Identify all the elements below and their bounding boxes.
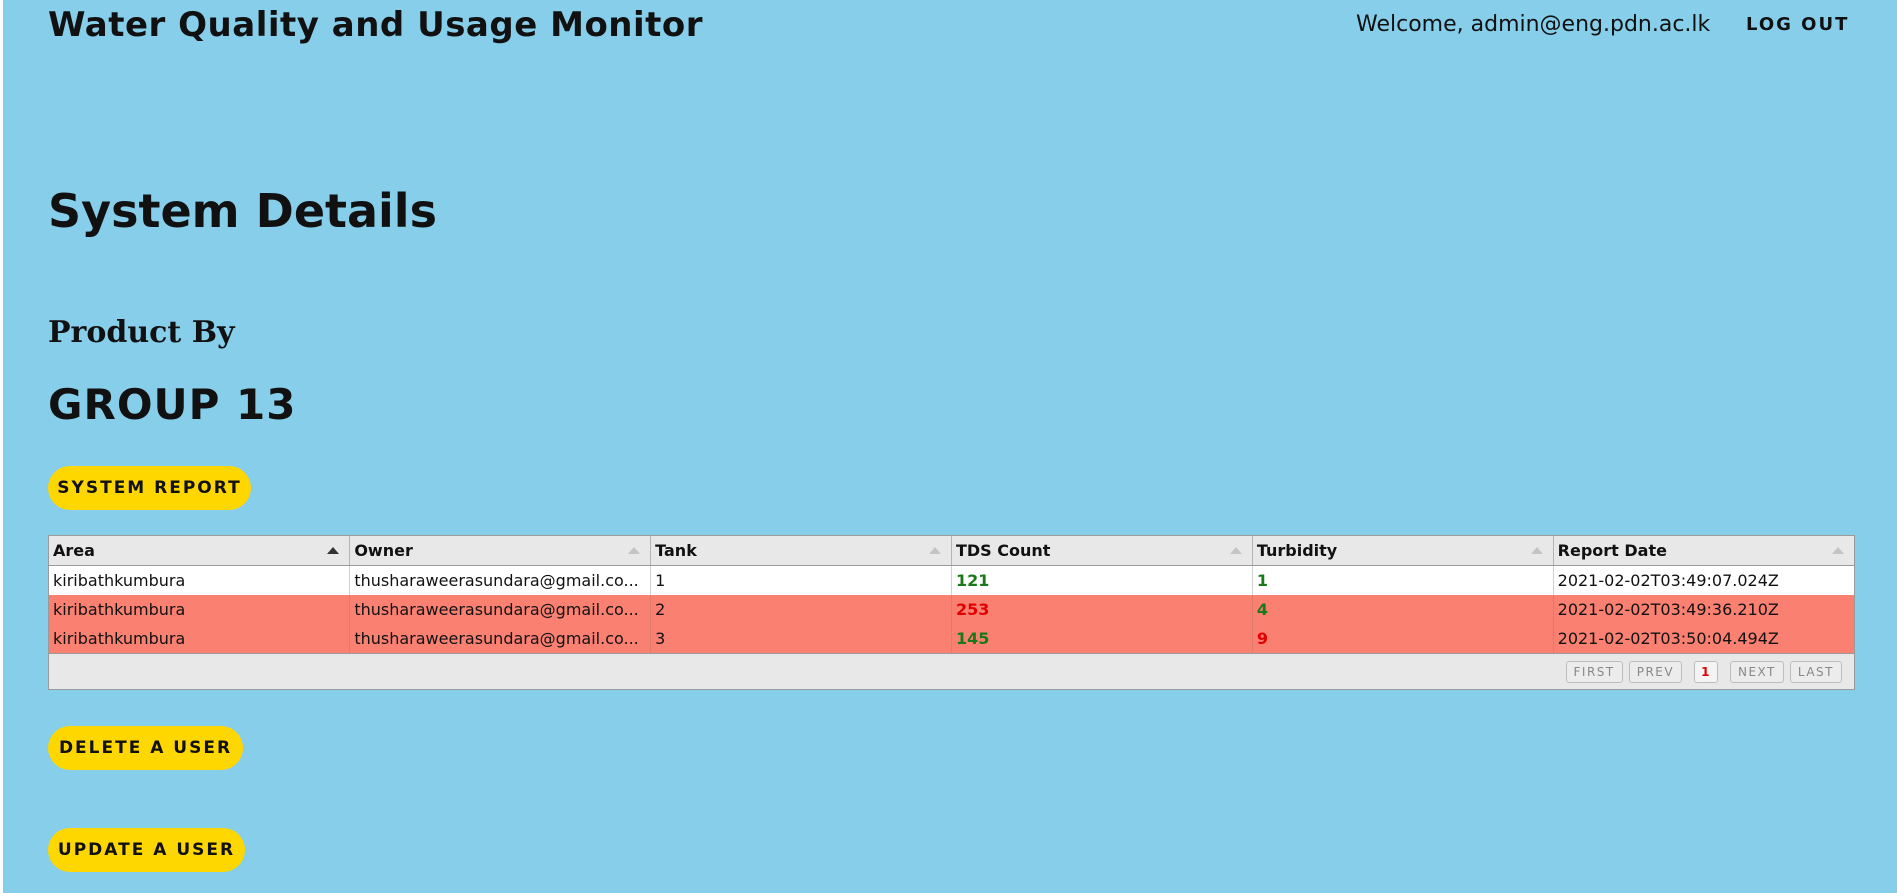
column-header-turbidity[interactable]: Turbidity <box>1252 536 1554 566</box>
cell-tds-count: 145 <box>951 624 1253 654</box>
app-title: Water Quality and Usage Monitor <box>48 5 704 45</box>
table-row[interactable]: kiribathkumbura thusharaweerasundara@gma… <box>49 565 1854 595</box>
table-pager: FIRST PREV 1 NEXT LAST <box>49 654 1854 689</box>
cell-owner: thusharaweerasundara@gmail.co... <box>349 624 652 654</box>
cell-report-date: 2021-02-02T03:50:04.494Z <box>1553 624 1854 654</box>
pager-page-number[interactable]: 1 <box>1694 661 1718 683</box>
table-row[interactable]: kiribathkumbura thusharaweerasundara@gma… <box>49 595 1854 624</box>
group-name: GROUP 13 <box>48 380 297 429</box>
table-header-row: Area Owner Tank TDS Count Turbidity Repo… <box>49 536 1854 566</box>
cell-tank: 2 <box>650 595 952 624</box>
product-by-label: Product By <box>48 315 235 350</box>
cell-tank: 3 <box>650 624 952 654</box>
column-header-label: Report Date <box>1557 541 1667 560</box>
cell-report-date: 2021-02-02T03:49:07.024Z <box>1553 565 1854 595</box>
cell-tank: 1 <box>650 565 952 595</box>
cell-area: kiribathkumbura <box>49 624 351 654</box>
system-report-button[interactable]: SYSTEM REPORT <box>48 466 251 510</box>
column-header-label: TDS Count <box>955 541 1051 560</box>
column-header-label: Owner <box>354 541 413 560</box>
page-title: System Details <box>48 184 437 238</box>
system-data-table: Area Owner Tank TDS Count Turbidity Repo… <box>48 535 1855 690</box>
table-row[interactable]: kiribathkumbura thusharaweerasundara@gma… <box>49 624 1854 654</box>
cell-owner: thusharaweerasundara@gmail.co... <box>349 565 652 595</box>
sort-icon <box>1530 547 1543 554</box>
column-header-area[interactable]: Area <box>49 536 351 566</box>
sort-icon <box>628 547 641 554</box>
pager-prev-button[interactable]: PREV <box>1628 661 1683 683</box>
sort-icon <box>928 547 941 554</box>
delete-user-button[interactable]: DELETE A USER <box>48 726 243 770</box>
column-header-label: Tank <box>655 541 697 560</box>
pager-next-button[interactable]: NEXT <box>1729 661 1784 683</box>
column-header-report-date[interactable]: Report Date <box>1553 536 1854 566</box>
cell-turbidity: 1 <box>1252 565 1554 595</box>
sort-icon <box>1229 547 1242 554</box>
column-header-label: Area <box>53 541 95 560</box>
cell-area: kiribathkumbura <box>49 595 351 624</box>
column-header-owner[interactable]: Owner <box>349 536 652 566</box>
update-user-button[interactable]: UPDATE A USER <box>48 828 245 872</box>
column-header-tds-count[interactable]: TDS Count <box>951 536 1253 566</box>
column-header-label: Turbidity <box>1256 541 1338 560</box>
cell-owner: thusharaweerasundara@gmail.co... <box>349 595 652 624</box>
top-header: Water Quality and Usage Monitor Welcome,… <box>48 0 1897 52</box>
sort-icon <box>1832 547 1844 554</box>
cell-turbidity: 9 <box>1252 624 1554 654</box>
cell-area: kiribathkumbura <box>49 565 351 595</box>
welcome-text: Welcome, admin@eng.pdn.ac.lk <box>1356 12 1711 37</box>
left-edge-strip <box>0 0 3 893</box>
column-header-tank[interactable]: Tank <box>650 536 952 566</box>
cell-tds-count: 121 <box>951 565 1253 595</box>
pager-last-button[interactable]: LAST <box>1789 661 1842 683</box>
cell-turbidity: 4 <box>1252 595 1554 624</box>
logout-button[interactable]: LOG OUT <box>1746 14 1849 35</box>
pager-first-button[interactable]: FIRST <box>1565 661 1623 683</box>
cell-tds-count: 253 <box>951 595 1253 624</box>
sort-asc-icon <box>327 547 340 554</box>
cell-report-date: 2021-02-02T03:49:36.210Z <box>1553 595 1854 624</box>
